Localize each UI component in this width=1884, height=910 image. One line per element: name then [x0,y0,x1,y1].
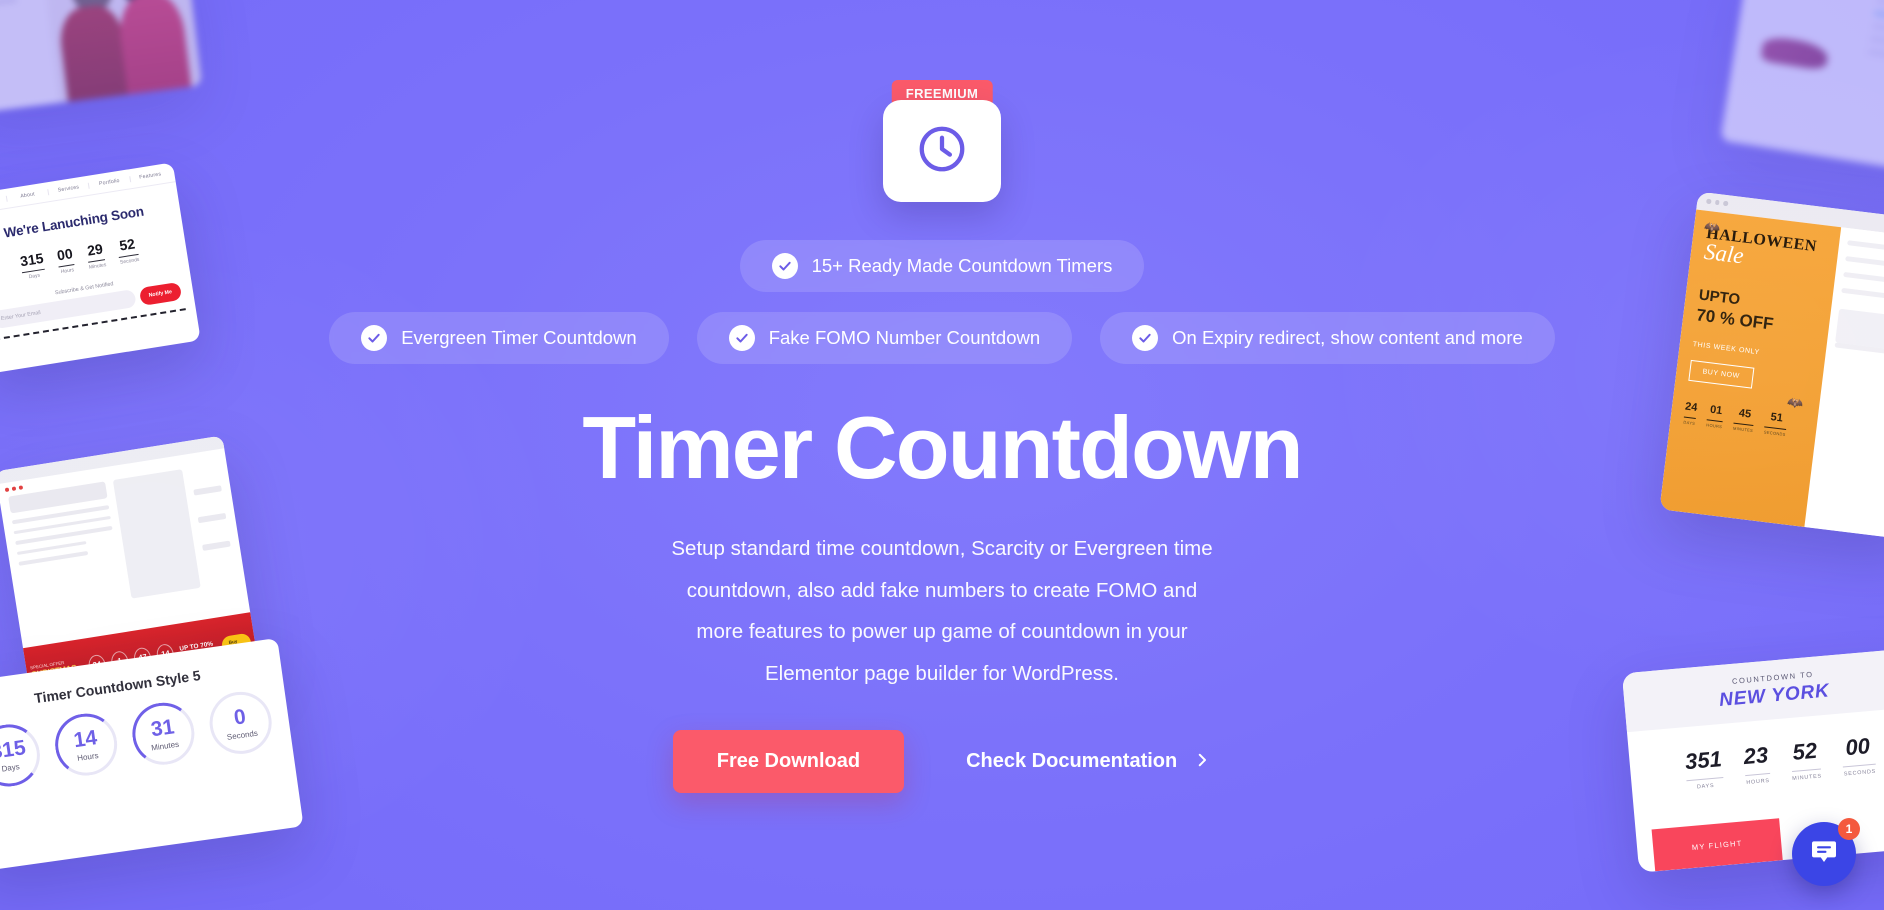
chat-widget-button[interactable]: 1 [1792,818,1860,886]
check-circle-icon [361,325,388,351]
chevron-right-icon [1193,751,1211,773]
hero-section: FREEMIUM 15+ Ready Made Countdown Timers [0,0,1884,794]
feature-pill-label: 15+ Ready Made Countdown Timers [811,255,1113,276]
feature-pill-row-primary: 15+ Ready Made Countdown Timers [739,240,1145,292]
feature-pill-row-secondary: Evergreen Timer Countdown Fake FOMO Numb… [329,312,1555,364]
product-logo-wrapper: FREEMIUM [883,80,1001,202]
product-logo-card [883,100,1001,202]
feature-pill-on-expiry-redirect[interactable]: On Expiry redirect, show content and mor… [1100,312,1555,364]
feature-pill-label: On Expiry redirect, show content and mor… [1172,327,1523,348]
check-documentation-link[interactable]: Check Documentation [966,750,1211,773]
check-documentation-label: Check Documentation [966,750,1178,773]
page-title: Timer Countdown [582,398,1303,497]
chat-unread-badge: 1 [1838,818,1860,840]
feature-pill-evergreen-timer[interactable]: Evergreen Timer Countdown [329,312,669,364]
feature-pill-label: Fake FOMO Number Countdown [768,327,1041,348]
feature-pill-label: Evergreen Timer Countdown [401,327,637,348]
feature-pill-ready-made-timers[interactable]: 15+ Ready Made Countdown Timers [739,240,1145,292]
check-circle-icon [771,253,798,279]
hero-description: Setup standard time countdown, Scarcity … [671,537,1213,685]
feature-pill-fake-fomo[interactable]: Fake FOMO Number Countdown [696,312,1073,364]
clock-icon [915,122,969,181]
cta-row: Free Download Check Documentation [672,730,1212,794]
newyork-flight-button: MY FLIGHT [1651,818,1783,872]
page-background: Home About Services Portfolio Features W… [0,0,1884,910]
chat-bubble-icon [1809,837,1839,872]
check-circle-icon [728,325,755,351]
free-download-button[interactable]: Free Download [672,730,905,794]
check-circle-icon [1132,325,1159,351]
